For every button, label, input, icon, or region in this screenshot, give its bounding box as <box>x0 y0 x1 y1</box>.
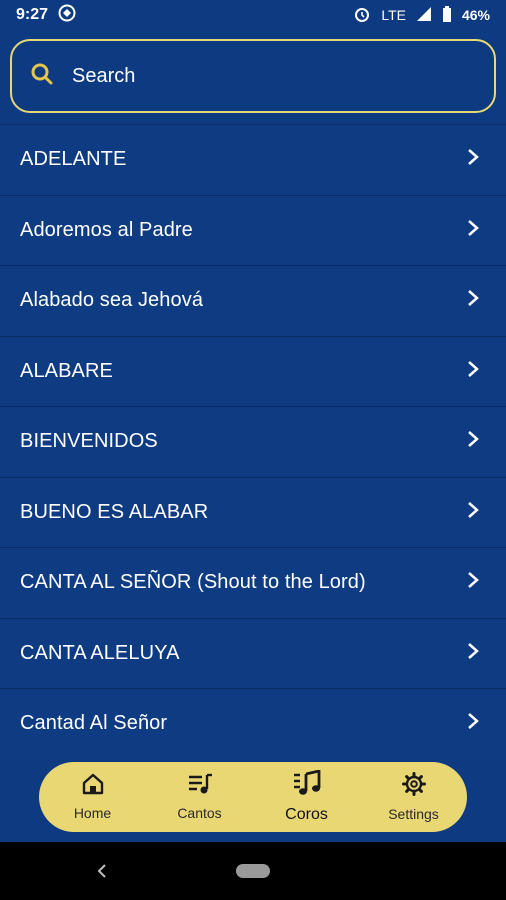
back-icon[interactable] <box>96 862 108 885</box>
nav-home-label: Home <box>73 805 112 821</box>
list-item-title: ADELANTE <box>20 148 127 171</box>
list-item[interactable]: ALABARE <box>0 335 506 406</box>
home-icon <box>81 773 105 800</box>
list-item[interactable]: Alabado sea Jehová <box>0 265 506 336</box>
network-label: LTE <box>381 7 406 23</box>
list-item[interactable]: ADELANTE <box>0 124 506 195</box>
list-item[interactable]: BIENVENIDOS <box>0 406 506 477</box>
list-item-title: ALABARE <box>20 359 113 382</box>
signal-icon <box>416 6 432 25</box>
nav-settings[interactable]: Settings <box>369 772 459 822</box>
list-item[interactable]: Cantad Al Señor <box>0 688 506 759</box>
search-input[interactable] <box>70 63 454 89</box>
nav-settings-label: Settings <box>388 806 439 822</box>
chevron-right-icon <box>466 360 480 383</box>
list-item-title: Alabado sea Jehová <box>20 289 204 312</box>
bottom-navigation: Home Cantos Coros Settings <box>39 762 467 832</box>
list-item[interactable]: BUENO ES ALABAR <box>0 476 506 547</box>
chevron-right-icon <box>466 148 480 171</box>
search-icon <box>30 62 54 91</box>
chevron-right-icon <box>466 430 480 453</box>
list-item-title: BIENVENIDOS <box>20 430 158 453</box>
list-item-title: CANTA ALELUYA <box>20 641 180 664</box>
list-item-title: Cantad Al Señor <box>20 712 168 735</box>
status-bar: 9:27 LTE 46% <box>0 0 506 30</box>
chevron-right-icon <box>466 289 480 312</box>
music-note-icon <box>292 769 322 801</box>
music-list-icon <box>187 773 213 800</box>
battery-icon <box>442 5 452 26</box>
home-gesture-pill[interactable] <box>236 864 270 878</box>
search-bar[interactable] <box>10 39 496 113</box>
chevron-right-icon <box>466 501 480 524</box>
list-item-title: CANTA AL SEÑOR (Shout to the Lord) <box>20 571 366 594</box>
nav-cantos[interactable]: Cantos <box>155 773 245 821</box>
list-item-title: Adoremos al Padre <box>20 218 193 241</box>
list-item-title: BUENO ES ALABAR <box>20 500 209 523</box>
nav-coros-label: Coros <box>285 806 328 823</box>
chevron-right-icon <box>466 219 480 242</box>
chevron-right-icon <box>466 571 480 594</box>
nav-coros[interactable]: Coros <box>262 769 352 824</box>
song-list: ADELANTE Adoremos al Padre Alabado sea J… <box>0 124 506 764</box>
alarm-icon <box>353 5 371 26</box>
system-navigation-bar <box>0 842 506 900</box>
cast-status-icon <box>58 4 76 27</box>
chevron-right-icon <box>466 712 480 735</box>
list-item[interactable]: CANTA ALELUYA <box>0 617 506 688</box>
nav-cantos-label: Cantos <box>177 805 222 821</box>
battery-percent: 46% <box>461 7 490 23</box>
list-item[interactable]: CANTA AL SEÑOR (Shout to the Lord) <box>0 547 506 618</box>
chevron-right-icon <box>466 642 480 665</box>
status-time: 9:27 <box>16 6 49 23</box>
nav-home[interactable]: Home <box>48 773 138 821</box>
list-item[interactable]: Adoremos al Padre <box>0 194 506 265</box>
gear-icon <box>401 772 426 801</box>
